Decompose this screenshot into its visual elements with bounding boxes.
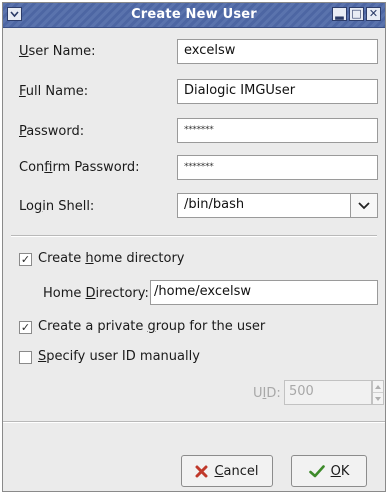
uid-spin-input: 500 — [284, 380, 372, 405]
home-directory-label: Home Directory: — [43, 286, 149, 301]
checkmark-icon — [308, 464, 325, 477]
login-shell-value: /bin/bash — [184, 197, 245, 212]
checkmark-icon: ✓ — [20, 253, 31, 266]
cancel-button[interactable]: Cancel — [181, 455, 273, 487]
spin-up-icon — [373, 381, 383, 392]
close-icon: ✕ — [368, 7, 379, 20]
specify-uid-checkbox[interactable] — [19, 351, 32, 364]
confirm-password-input[interactable]: ******* — [177, 155, 378, 180]
separator — [11, 235, 377, 237]
user-name-input[interactable]: excelsw — [177, 39, 378, 64]
ok-button[interactable]: OK — [291, 455, 367, 487]
create-home-checkbox[interactable]: ✓ — [19, 253, 32, 266]
spin-down-icon — [373, 392, 383, 404]
full-name-label: Full Name: — [19, 84, 89, 99]
uid-label: UID: — [253, 386, 281, 401]
confirm-password-label: Confirm Password: — [19, 160, 140, 175]
ok-label: OK — [330, 463, 350, 479]
uid-spin-buttons — [372, 380, 384, 405]
minimize-icon: ▂ — [335, 7, 344, 20]
login-shell-dropdown-button[interactable] — [350, 194, 377, 217]
private-group-label[interactable]: Create a private group for the user — [38, 318, 265, 336]
maximize-icon: □ — [351, 7, 362, 20]
specify-uid-label[interactable]: Specify user ID manually — [38, 348, 200, 366]
home-directory-input[interactable]: /home/excelsw — [150, 280, 378, 305]
full-name-input[interactable]: Dialogic IMGUser — [177, 79, 378, 104]
maximize-button[interactable]: □ — [349, 7, 364, 21]
password-input[interactable]: ******* — [177, 118, 378, 143]
window-title: Create New User — [131, 7, 257, 22]
cancel-icon — [195, 465, 208, 477]
login-shell-combo[interactable]: /bin/bash — [177, 193, 378, 218]
minimize-button[interactable]: ▂ — [332, 7, 347, 21]
create-home-label[interactable]: Create home directory — [38, 250, 184, 268]
private-group-checkbox[interactable]: ✓ — [19, 321, 32, 334]
chevron-down-icon — [358, 201, 370, 209]
password-label: Password: — [19, 124, 85, 139]
create-user-dialog: Create New User ▂ □ ✕ User Name: excelsw… — [2, 2, 386, 492]
user-name-label: User Name: — [19, 44, 96, 59]
button-separator — [3, 421, 385, 423]
close-button[interactable]: ✕ — [366, 7, 381, 21]
title-bar[interactable]: Create New User ▂ □ ✕ — [3, 3, 385, 28]
login-shell-label: Login Shell: — [19, 199, 95, 214]
cancel-label: Cancel — [214, 463, 259, 479]
checkmark-icon: ✓ — [20, 321, 31, 334]
